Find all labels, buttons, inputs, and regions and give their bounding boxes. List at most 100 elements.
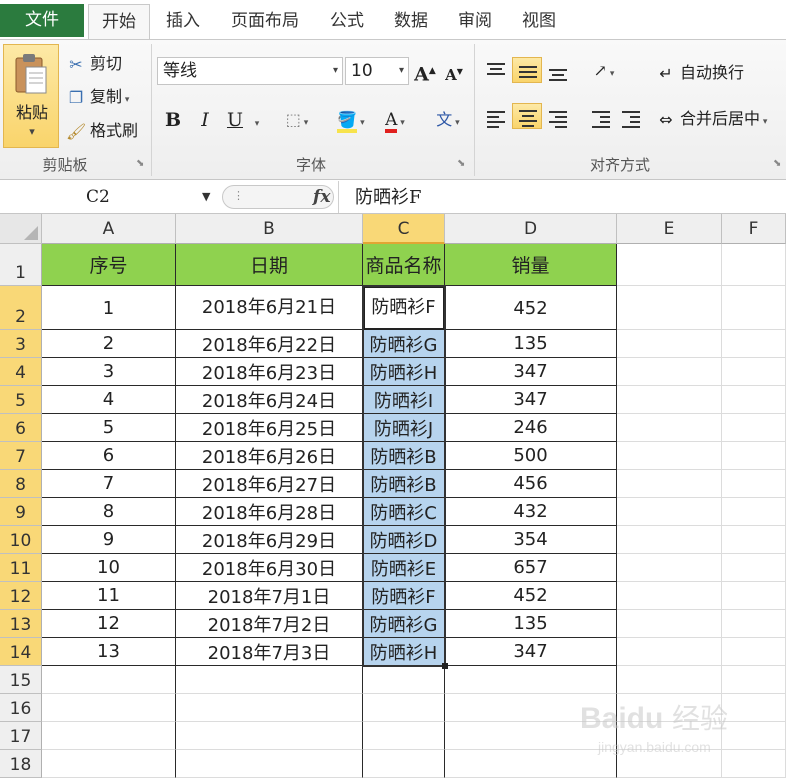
table-cell[interactable]: 432 — [445, 498, 617, 526]
tab-formulas[interactable]: 公式 — [321, 6, 373, 36]
empty-cell[interactable] — [617, 498, 722, 526]
row-header-15[interactable]: 15 — [0, 666, 42, 694]
row-header-7[interactable]: 7 — [0, 442, 42, 470]
empty-cell[interactable] — [617, 330, 722, 358]
italic-button[interactable]: I — [192, 107, 218, 133]
row-header-16[interactable]: 16 — [0, 694, 42, 722]
empty-cell[interactable] — [617, 286, 722, 330]
table-cell[interactable]: 2018年7月2日 — [176, 610, 363, 638]
table-cell[interactable]: 防晒衫F — [363, 286, 445, 330]
tab-insert[interactable]: 插入 — [157, 6, 209, 36]
font-size-select[interactable]: 10 ▾ — [345, 57, 409, 85]
row-header-1[interactable]: 1 — [0, 244, 42, 286]
empty-cell[interactable] — [722, 358, 786, 386]
table-cell[interactable]: 11 — [42, 582, 176, 610]
align-right-button[interactable] — [543, 105, 573, 131]
font-color-button[interactable]: A ▾ — [374, 107, 416, 133]
column-header-e[interactable]: E — [617, 214, 722, 244]
merge-center-button[interactable]: ⇔ 合并后居中 ▾ — [656, 107, 767, 131]
table-cell[interactable]: 防晒衫J — [363, 414, 445, 442]
empty-cell[interactable] — [363, 722, 445, 750]
table-cell[interactable]: 防晒衫G — [363, 610, 445, 638]
grow-font-button[interactable]: A▲ — [413, 58, 437, 85]
row-header-17[interactable]: 17 — [0, 722, 42, 750]
empty-cell[interactable] — [722, 526, 786, 554]
decrease-indent-button[interactable] — [586, 105, 616, 131]
row-header-2[interactable]: 2 — [0, 286, 42, 330]
table-cell[interactable]: 2018年6月21日 — [176, 286, 363, 330]
copy-button[interactable]: ❐ 复制 ▾ — [66, 85, 130, 109]
insert-function-button[interactable]: fx — [313, 187, 330, 207]
empty-cell[interactable] — [722, 610, 786, 638]
table-header-cell[interactable]: 日期 — [176, 244, 363, 286]
bold-button[interactable]: B — [160, 107, 186, 133]
table-cell[interactable]: 2018年7月3日 — [176, 638, 363, 666]
table-cell[interactable]: 135 — [445, 330, 617, 358]
table-cell[interactable]: 2018年6月27日 — [176, 470, 363, 498]
paste-button[interactable]: 粘贴 ▾ — [3, 44, 59, 148]
row-header-10[interactable]: 10 — [0, 526, 42, 554]
table-cell[interactable]: 2018年6月28日 — [176, 498, 363, 526]
align-bottom-button[interactable] — [543, 59, 573, 85]
empty-cell[interactable] — [617, 582, 722, 610]
empty-cell[interactable] — [722, 554, 786, 582]
font-name-select[interactable]: 等线 ▾ — [157, 57, 343, 85]
align-middle-button[interactable] — [512, 57, 542, 83]
table-cell[interactable]: 防晒衫D — [363, 526, 445, 554]
row-header-5[interactable]: 5 — [0, 386, 42, 414]
empty-cell[interactable] — [722, 286, 786, 330]
table-cell[interactable]: 1 — [42, 286, 176, 330]
dialog-launcher-icon[interactable]: ⬊ — [136, 158, 144, 169]
empty-cell[interactable] — [617, 470, 722, 498]
wrap-text-button[interactable]: ↵ 自动换行 — [656, 61, 744, 85]
table-cell[interactable]: 12 — [42, 610, 176, 638]
empty-cell[interactable] — [617, 526, 722, 554]
table-cell[interactable]: 500 — [445, 442, 617, 470]
table-cell[interactable]: 13 — [42, 638, 176, 666]
dialog-launcher-icon[interactable]: ⬊ — [773, 158, 781, 169]
row-header-6[interactable]: 6 — [0, 414, 42, 442]
table-cell[interactable]: 防晒衫E — [363, 554, 445, 582]
empty-cell[interactable] — [722, 582, 786, 610]
empty-cell[interactable] — [722, 638, 786, 666]
table-cell[interactable]: 2 — [42, 330, 176, 358]
table-cell[interactable]: 3 — [42, 358, 176, 386]
tab-page-layout[interactable]: 页面布局 — [222, 6, 308, 36]
shrink-font-button[interactable]: A▼ — [442, 58, 466, 84]
empty-cell[interactable] — [722, 442, 786, 470]
table-cell[interactable]: 9 — [42, 526, 176, 554]
table-cell[interactable]: 4 — [42, 386, 176, 414]
empty-cell[interactable] — [176, 750, 363, 778]
table-cell[interactable]: 2018年6月29日 — [176, 526, 363, 554]
table-header-cell[interactable]: 序号 — [42, 244, 176, 286]
table-cell[interactable]: 防晒衫I — [363, 386, 445, 414]
empty-cell[interactable] — [42, 694, 176, 722]
tab-view[interactable]: 视图 — [513, 6, 565, 36]
table-cell[interactable]: 2018年6月30日 — [176, 554, 363, 582]
table-cell[interactable]: 452 — [445, 582, 617, 610]
column-header-b[interactable]: B — [176, 214, 363, 244]
table-cell[interactable]: 防晒衫G — [363, 330, 445, 358]
formula-input[interactable]: 防晒衫F — [355, 184, 422, 212]
empty-cell[interactable] — [617, 638, 722, 666]
align-top-button[interactable] — [481, 59, 511, 85]
fill-color-button[interactable]: 🪣 ▾ — [330, 107, 372, 133]
table-cell[interactable]: 2018年6月25日 — [176, 414, 363, 442]
table-cell[interactable]: 2018年6月24日 — [176, 386, 363, 414]
align-center-button[interactable] — [512, 103, 542, 129]
empty-cell[interactable] — [617, 414, 722, 442]
table-cell[interactable]: 10 — [42, 554, 176, 582]
table-cell[interactable]: 2018年6月23日 — [176, 358, 363, 386]
table-cell[interactable]: 2018年7月1日 — [176, 582, 363, 610]
row-header-12[interactable]: 12 — [0, 582, 42, 610]
empty-cell[interactable] — [722, 470, 786, 498]
row-header-14[interactable]: 14 — [0, 638, 42, 666]
table-cell[interactable]: 防晒衫H — [363, 638, 445, 666]
table-cell[interactable]: 防晒衫H — [363, 358, 445, 386]
empty-cell[interactable] — [42, 750, 176, 778]
increase-indent-button[interactable] — [616, 105, 646, 131]
table-cell[interactable]: 防晒衫C — [363, 498, 445, 526]
align-left-button[interactable] — [481, 105, 511, 131]
table-cell[interactable]: 8 — [42, 498, 176, 526]
empty-cell[interactable] — [722, 414, 786, 442]
